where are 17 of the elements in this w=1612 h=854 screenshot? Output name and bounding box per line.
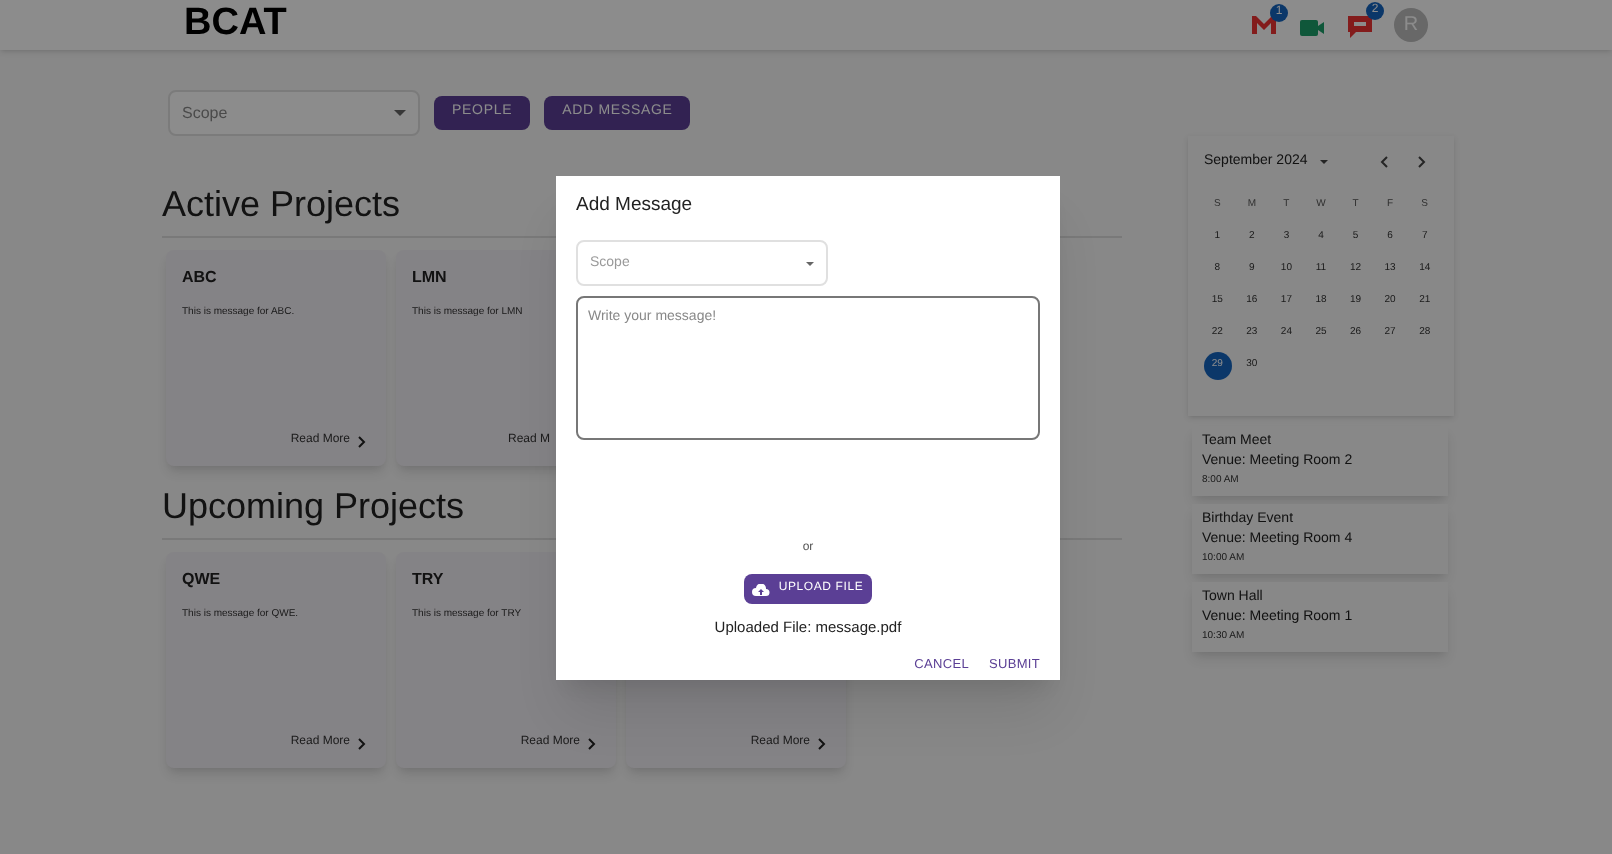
dropdown-icon[interactable] xyxy=(1319,160,1328,165)
section-heading: Upcoming Projects xyxy=(162,486,465,526)
chevron-left-icon[interactable] xyxy=(1380,156,1388,169)
cloud-upload-icon xyxy=(752,583,771,596)
chat-icon[interactable] xyxy=(1346,12,1374,38)
dropdown-icon xyxy=(394,110,406,116)
card-title: QWE xyxy=(182,568,223,592)
scope-select[interactable]: Scope xyxy=(168,90,420,136)
dialog-title: Add Message xyxy=(576,192,695,220)
logo[interactable]: BCAT xyxy=(184,0,287,54)
section-heading: Active Projects xyxy=(162,184,401,224)
dropdown-icon xyxy=(806,261,814,266)
card-title: ABC xyxy=(182,266,219,290)
card-title: LMN xyxy=(412,266,449,290)
mail-icon[interactable] xyxy=(1250,14,1278,36)
card-title: TRY xyxy=(412,568,446,592)
chevron-right-icon[interactable] xyxy=(1418,156,1426,169)
